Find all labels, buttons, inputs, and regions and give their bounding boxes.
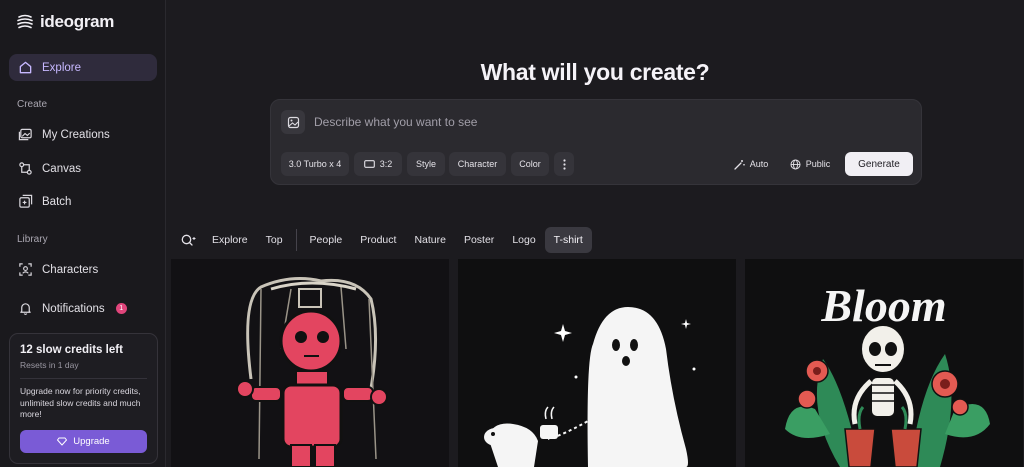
sidebar-item-explore[interactable]: Explore [9, 54, 157, 81]
gallery-icon [17, 127, 33, 143]
tab-t-shirt[interactable]: T-shirt [544, 227, 592, 253]
page-title: What will you create? [480, 59, 710, 85]
image-upload-button[interactable] [281, 110, 305, 134]
visibility-toggle[interactable]: Public [783, 152, 837, 176]
bloom-title-text: Bloom [820, 280, 946, 331]
sidebar-item-label: My Creations [42, 128, 110, 141]
credits-reset: Resets in 1 day [20, 360, 79, 370]
aspect-ratio-label: 3:2 [379, 159, 393, 169]
logo-icon [17, 14, 33, 29]
main-content: What will you create? Describe what you … [166, 0, 1024, 467]
tab-top[interactable]: Top [257, 227, 292, 253]
sidebar-item-label: Canvas [42, 162, 81, 175]
sidebar-item-label: Notifications [42, 302, 105, 315]
tab-people[interactable]: People [301, 227, 352, 253]
tab-logo[interactable]: Logo [503, 227, 544, 253]
magic-wand-icon [734, 159, 745, 170]
robot-puppet-image [171, 259, 449, 467]
search-filter-button[interactable] [177, 227, 201, 253]
sidebar-item-batch[interactable]: Batch [9, 188, 157, 215]
app-root: ideogram Explore Create My Creations Can… [0, 0, 1024, 467]
notification-badge: 1 [115, 303, 127, 314]
prompt-input[interactable]: Describe what you want to see [314, 115, 477, 129]
search-icon [181, 234, 195, 246]
sidebar-item-canvas[interactable]: Canvas [9, 155, 157, 182]
sidebar-item-label: Characters [42, 263, 99, 276]
canvas-icon [17, 161, 33, 177]
divider [295, 229, 297, 251]
prompt-box: Describe what you want to see 3.0 Turbo … [270, 99, 922, 185]
sidebar-item-label: Explore [42, 61, 81, 74]
ghost-walking-dog-image [458, 259, 736, 467]
credits-panel: 12 slow credits left Resets in 1 day Upg… [9, 333, 158, 464]
bloom-skeleton-image: Bloom [745, 259, 1023, 467]
upgrade-button[interactable]: Upgrade [20, 430, 147, 453]
filter-tabs: Explore Top People Product Nature Poster… [177, 227, 592, 253]
credits-message: Upgrade now for priority credits, unlimi… [20, 386, 141, 419]
sidebar-item-notifications[interactable]: Notifications 1 [9, 295, 157, 322]
style-button[interactable]: Style [407, 152, 445, 176]
section-label-library: Library [17, 234, 48, 245]
batch-icon [17, 194, 33, 210]
bell-icon [17, 301, 33, 317]
tab-explore[interactable]: Explore [203, 227, 257, 253]
image-icon [287, 116, 299, 128]
globe-icon [790, 159, 801, 169]
character-button[interactable]: Character [449, 152, 506, 176]
character-icon [17, 262, 33, 278]
gallery-card-ghost[interactable] [458, 259, 736, 467]
tab-poster[interactable]: Poster [455, 227, 503, 253]
magic-prompt-toggle[interactable]: Auto [727, 152, 775, 176]
tab-nature[interactable]: Nature [405, 227, 455, 253]
aspect-ratio-selector[interactable]: 3:2 [354, 152, 402, 176]
credits-title: 12 slow credits left [20, 344, 123, 356]
sidebar-item-my-creations[interactable]: My Creations [9, 121, 157, 148]
magic-prompt-label: Auto [749, 159, 769, 169]
sidebar-item-characters[interactable]: Characters [9, 256, 157, 283]
brand-logo[interactable]: ideogram [16, 12, 114, 32]
home-icon [17, 60, 33, 76]
more-vertical-icon [562, 158, 566, 170]
more-options-button[interactable] [554, 152, 574, 176]
sidebar: ideogram Explore Create My Creations Can… [0, 0, 166, 467]
color-button[interactable]: Color [511, 152, 549, 176]
gallery-card-robot[interactable] [171, 259, 449, 467]
sidebar-item-label: Batch [42, 195, 72, 208]
diamond-icon [57, 437, 68, 446]
brand-name: ideogram [40, 12, 115, 31]
generate-button[interactable]: Generate [845, 152, 913, 176]
tab-product[interactable]: Product [351, 227, 405, 253]
aspect-ratio-icon [363, 160, 375, 168]
model-selector[interactable]: 3.0 Turbo x 4 [281, 152, 349, 176]
visibility-label: Public [805, 159, 831, 169]
divider [20, 378, 147, 379]
section-label-create: Create [17, 99, 48, 110]
gallery-card-bloom[interactable]: Bloom [745, 259, 1023, 467]
upgrade-label: Upgrade [73, 436, 110, 447]
